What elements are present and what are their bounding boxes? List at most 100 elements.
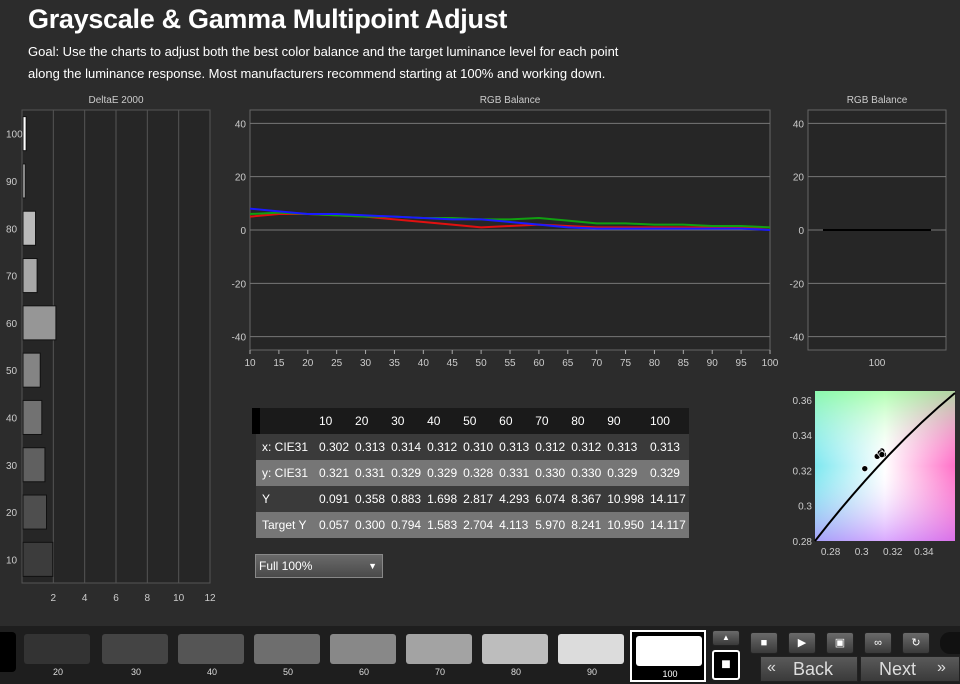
table-cell: 8.241 [568,512,605,538]
continuous-button[interactable]: ∞ [864,632,892,654]
back-button[interactable]: « Back [760,656,858,682]
y-tick-label: 10 [6,555,18,566]
level-select-dropdown[interactable]: Full 100% ▼ [255,554,383,578]
swatch-button-90[interactable]: 90 [554,630,630,682]
x-tick-label: 90 [707,358,719,369]
table-header-cell: 10 [316,408,353,434]
deltae-bar [22,399,43,435]
refresh-button[interactable]: ↻ [902,632,930,654]
table-cell: 0.331 [496,460,533,486]
x-tick-label: 0.34 [914,547,934,558]
swatch-button-40[interactable]: 40 [174,630,250,682]
table-header-row: 10 20 30 40 50 60 70 80 90 100 [252,408,689,434]
table-cell: 8.367 [568,486,605,512]
swatch-button-70[interactable]: 70 [402,630,478,682]
table-cell: 0.314 [388,434,425,460]
table-cell: 0.313 [604,434,647,460]
swatch-label: 70 [434,667,445,677]
swatch-chip [24,634,90,664]
y-tick-label: 0.36 [793,396,813,407]
swatch-chip [102,634,168,664]
x-tick-label: 40 [418,358,430,369]
swatch-button-100-selected[interactable]: 100 [630,630,706,682]
x-tick-label: 8 [145,593,151,604]
table-cell: 4.293 [496,486,533,512]
swatch-button-50[interactable]: 50 [250,630,326,682]
swatch-chip [636,636,702,666]
table-row: Y 0.091 0.358 0.883 1.698 2.817 4.293 6.… [256,486,689,512]
table-cell: 2.817 [460,486,497,512]
swatch-chip [178,634,244,664]
x-tick-label: 100 [869,358,886,369]
swatch-button-60[interactable]: 60 [326,630,402,682]
table-header-cell: 20 [352,408,389,434]
stop-square-icon: ■ [721,656,731,673]
x-tick-label: 15 [273,358,285,369]
chromaticity-point [878,451,886,458]
stop-icon: ■ [760,637,768,649]
y-tick-label: 20 [6,508,18,519]
deltae-chart: 2 4 6 8 10 12 10 20 30 40 50 60 70 80 90 100 [6,109,216,604]
table-cell: 6.074 [532,486,569,512]
table-cell: 0.329 [646,460,689,486]
table-header-cell: 100 [646,408,689,434]
play-icon: ▶ [797,637,807,649]
y-tick-label: 0.34 [793,431,813,442]
table-row: Target Y 0.057 0.300 0.794 1.583 2.704 4… [256,512,689,538]
x-tick-label: 0.32 [883,547,903,558]
table-cell: 0.310 [460,434,497,460]
x-tick-label: 0.28 [821,547,841,558]
y-tick-label: 70 [6,272,18,283]
table-cell: 0.300 [352,512,389,538]
x-tick-label: 65 [562,358,574,369]
deltae-bar [22,494,47,530]
y-tick-label: 0 [798,226,804,237]
x-tick-label: 95 [736,358,748,369]
table-cell: 0.302 [316,434,353,460]
measurement-table: 10 20 30 40 50 60 70 80 90 100 x: CIE31 … [252,408,689,538]
row-label: Y [256,486,316,512]
row-label: Target Y [256,512,316,538]
next-button[interactable]: Next » [860,656,960,682]
swatch-button-30[interactable]: 30 [98,630,174,682]
x-tick-label: 50 [476,358,488,369]
table-cell: 0.057 [316,512,353,538]
swatch-10-partial[interactable] [0,632,16,672]
deltae-bar [22,447,46,483]
y-tick-label: 0.3 [798,502,812,513]
table-header-cell: 70 [532,408,569,434]
swatch-label: 80 [510,667,521,677]
stop-button[interactable]: ■ [750,632,778,654]
full-field-button[interactable]: ■ [712,650,740,680]
save-button[interactable]: ▣ [826,632,854,654]
table-header-cell: 30 [388,408,425,434]
swatch-label: 60 [358,667,369,677]
swatch-label: 20 [52,667,63,677]
table-row: y: CIE31 0.321 0.331 0.329 0.329 0.328 0… [256,460,689,486]
y-tick-label: 40 [235,119,247,130]
swatch-button-20[interactable]: 20 [20,630,96,682]
x-tick-label: 55 [504,358,516,369]
refresh-icon: ↻ [911,637,921,649]
y-tick-label: 40 [6,413,18,424]
next-button-label: Next [879,659,917,679]
status-indicator [940,632,960,654]
up-arrow-button[interactable]: ▲ [712,630,740,646]
swatch-label: 100 [662,669,678,679]
swatch-button-80[interactable]: 80 [478,630,554,682]
x-tick-label: 35 [389,358,401,369]
x-tick-label: 0.3 [855,547,869,558]
y-tick-label: 40 [793,119,805,130]
swatch-label: 50 [282,667,293,677]
x-tick-label: 80 [649,358,661,369]
y-tick-label: -40 [232,333,247,344]
deltae-bar [22,305,57,341]
x-tick-label: 12 [204,593,216,604]
table-cell: 0.321 [316,460,353,486]
y-tick-label: 60 [6,319,18,330]
table-cell: 10.998 [604,486,647,512]
play-button[interactable]: ▶ [788,632,816,654]
table-cell: 0.313 [646,434,689,460]
table-cell: 0.331 [352,460,389,486]
chromaticity-point [861,465,869,472]
